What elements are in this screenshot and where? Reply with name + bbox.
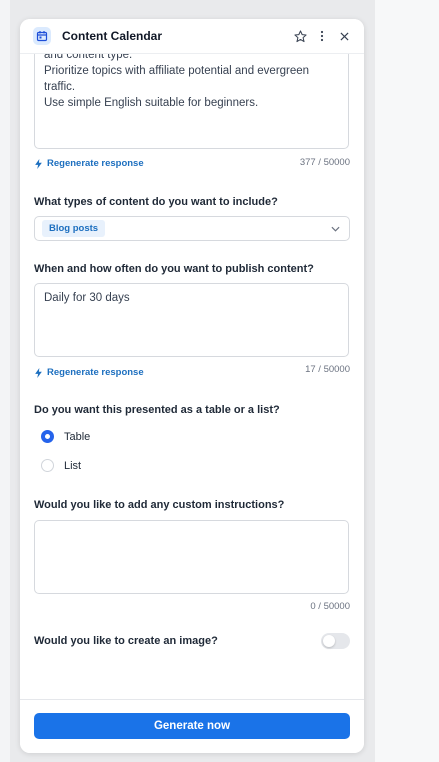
schedule-char-counter: 17 / 50000: [305, 364, 350, 375]
radio-button[interactable]: [41, 459, 54, 472]
regenerate-response-link[interactable]: Regenerate response: [34, 158, 144, 169]
close-button[interactable]: [334, 26, 354, 46]
panel-header: Content Calendar: [20, 19, 364, 54]
regenerate-label: Regenerate response: [47, 367, 144, 378]
content-calendar-panel: and content type. Prioritize topics with…: [20, 19, 364, 753]
panel-scroll-content[interactable]: and content type. Prioritize topics with…: [20, 19, 364, 699]
custom-char-counter: 0 / 50000: [310, 601, 350, 612]
create-image-question: Would you like to create an image?: [34, 635, 218, 647]
generate-now-button[interactable]: Generate now: [34, 713, 350, 739]
close-icon: [339, 31, 349, 41]
radio-label: Table: [64, 430, 91, 443]
regenerate-label: Regenerate response: [47, 158, 144, 169]
create-image-toggle[interactable]: [321, 633, 350, 649]
calendar-icon: [33, 27, 51, 45]
selected-chip-blog-posts[interactable]: Blog posts: [42, 220, 106, 237]
content-types-select[interactable]: Blog posts: [34, 216, 350, 241]
custom-instructions-question: Would you like to add any custom instruc…: [34, 499, 285, 511]
more-options-button[interactable]: [312, 26, 332, 46]
panel-footer: Generate now: [20, 699, 364, 753]
prompt-char-counter: 377 / 50000: [299, 157, 350, 168]
radio-label: List: [64, 459, 82, 472]
schedule-question: When and how often do you want to publis…: [34, 263, 314, 275]
prompt-line: Use simple English suitable for beginner…: [44, 97, 259, 109]
favorite-star-button[interactable]: [290, 26, 310, 46]
lightning-icon: [35, 158, 42, 169]
schedule-textarea[interactable]: Daily for 30 days: [34, 283, 349, 357]
more-vertical-icon: [320, 30, 324, 42]
panel-title: Content Calendar: [62, 29, 163, 43]
regenerate-response-link[interactable]: Regenerate response: [34, 367, 144, 378]
schedule-value: Daily for 30 days: [44, 292, 130, 304]
prompt-line: Prioritize topics with affiliate potenti…: [44, 65, 313, 93]
star-icon: [293, 29, 307, 42]
chevron-down-icon: [331, 226, 340, 232]
custom-instructions-textarea[interactable]: [34, 520, 349, 594]
radio-option-table[interactable]: Table: [41, 430, 90, 443]
format-question: Do you want this presented as a table or…: [34, 404, 280, 416]
radio-button-selected[interactable]: [41, 430, 54, 443]
content-types-question: What types of content do you want to inc…: [34, 196, 278, 208]
lightning-icon: [35, 367, 42, 378]
background-page-right: [375, 0, 439, 762]
radio-option-list[interactable]: List: [41, 459, 81, 472]
